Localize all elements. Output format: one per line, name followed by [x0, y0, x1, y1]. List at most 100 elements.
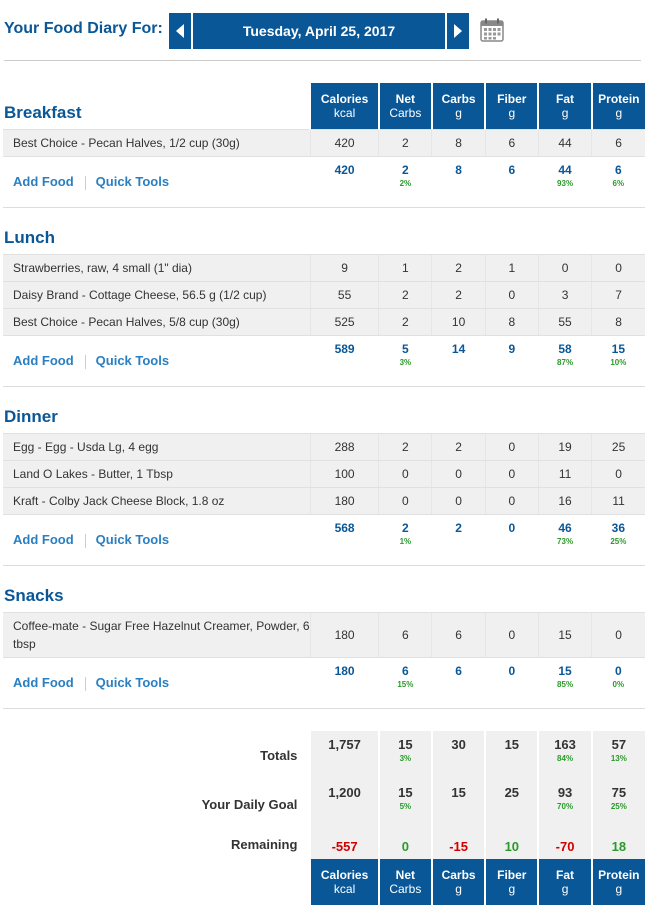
meal-sum-value: 420: [334, 163, 355, 177]
column-header-name: Calories: [320, 92, 369, 106]
food-row[interactable]: Strawberries, raw, 4 small (1" dia) 9 1 2 1 0…: [3, 254, 645, 282]
food-name[interactable]: Coffee-mate - Sugar Free Hazelnut Creame…: [3, 612, 311, 658]
food-value-net: 2: [378, 281, 432, 309]
column-header-unit: Carbs: [389, 106, 422, 120]
quick-tools-link[interactable]: Quick Tools: [96, 353, 169, 368]
chevron-left-icon: [176, 24, 184, 38]
meal-sum-net: 6 15%: [378, 657, 432, 709]
food-name[interactable]: Best Choice - Pecan Halves, 5/8 cup (30g…: [3, 308, 311, 336]
food-value-protein: 0: [591, 612, 645, 658]
meal-sum-percent: 93%: [557, 179, 574, 188]
daily-goal-row-protein: 75 25%: [590, 779, 645, 829]
meal-sum-protein: 15 10%: [591, 335, 645, 387]
food-value-calories: 180: [309, 487, 379, 515]
next-day-button[interactable]: [445, 13, 469, 49]
quick-tools-link[interactable]: Quick Tools: [96, 675, 169, 690]
column-header-name: Fiber: [497, 868, 527, 882]
meal-actions: Add Food Quick Tools: [3, 156, 311, 208]
meal-actions: Add Food Quick Tools: [3, 335, 311, 387]
add-food-link[interactable]: Add Food: [13, 675, 74, 690]
food-name[interactable]: Best Choice - Pecan Halves, 1/2 cup (30g…: [3, 129, 311, 157]
food-name[interactable]: Daisy Brand - Cottage Cheese, 56.5 g (1/…: [3, 281, 311, 309]
column-header-unit: g: [561, 106, 569, 120]
add-food-link[interactable]: Add Food: [13, 174, 74, 189]
food-row[interactable]: Best Choice - Pecan Halves, 5/8 cup (30g…: [3, 308, 645, 336]
daily-goal-row-value: 75: [611, 785, 627, 800]
daily-goal-row-percent: 25%: [610, 802, 627, 811]
food-name[interactable]: Land O Lakes - Butter, 1 Tbsp: [3, 460, 311, 488]
meal-sum-percent: 10%: [610, 358, 627, 367]
remaining-row-net: 0: [377, 829, 432, 859]
food-value-net: 2: [378, 129, 432, 157]
daily-goal-row-fat: 93 70%: [537, 779, 592, 829]
column-header-name: Protein: [598, 868, 640, 882]
food-row[interactable]: Best Choice - Pecan Halves, 1/2 cup (30g…: [3, 129, 645, 157]
food-value-fiber: 0: [484, 612, 539, 658]
remaining-row-fiber: 10: [484, 829, 539, 859]
link-divider: [84, 533, 86, 548]
food-value-calories: 100: [309, 460, 379, 488]
meal-sum-value: 6: [455, 664, 462, 678]
food-value-fiber: 8: [484, 308, 539, 336]
column-header-name: Fiber: [497, 92, 527, 106]
remaining-row-value: -557: [331, 838, 358, 854]
food-value-net: 0: [378, 460, 432, 488]
food-name[interactable]: Strawberries, raw, 4 small (1" dia): [3, 254, 311, 282]
food-value-carbs: 2: [431, 254, 486, 282]
column-header-unit: g: [455, 882, 462, 896]
remaining-row-protein: 18: [590, 829, 645, 859]
meal-sum-calories: 180: [310, 657, 379, 709]
totals-row-value: 1,757: [328, 737, 361, 752]
daily-goal-row-value: 1,200: [328, 785, 361, 800]
food-row[interactable]: Kraft - Colby Jack Cheese Block, 1.8 oz 1…: [3, 487, 645, 515]
meal-sum-percent: 2%: [399, 179, 412, 188]
meal-summary-row: Add Food Quick Tools 568 2 1% 2 0 46 73% 36 25%: [3, 514, 645, 566]
remaining-row-value: -70: [555, 838, 575, 854]
food-value-net: 0: [378, 487, 432, 515]
meal-sum-fat: 46 73%: [538, 514, 592, 566]
calendar-icon[interactable]: [480, 18, 504, 42]
meal-sum-percent: 3%: [399, 358, 412, 367]
footer-column-headers: Calories kcal Net Carbs Carbs g Fiber g Fat g Prot…: [3, 859, 645, 905]
meal-sum-calories: 568: [310, 514, 379, 566]
meal-title: [3, 859, 310, 905]
meal-actions: Add Food Quick Tools: [3, 657, 311, 709]
meal-sum-value: 15: [611, 342, 626, 356]
column-header-name: Calories: [320, 868, 369, 882]
daily-goal-row-fiber: 25: [484, 779, 539, 829]
date-navigator: Tuesday, April 25, 2017: [169, 13, 469, 49]
food-value-carbs: 6: [431, 612, 486, 658]
column-header-carbs: Carbs g: [430, 859, 486, 905]
food-value-fat: 3: [537, 281, 592, 309]
column-header-protein: Protein g: [590, 859, 645, 905]
food-row[interactable]: Land O Lakes - Butter, 1 Tbsp 100 0 0 0 11 0: [3, 460, 645, 488]
food-value-carbs: 2: [431, 433, 486, 461]
food-row[interactable]: Daisy Brand - Cottage Cheese, 56.5 g (1/…: [3, 281, 645, 309]
food-name[interactable]: Kraft - Colby Jack Cheese Block, 1.8 oz: [3, 487, 311, 515]
food-value-fiber: 0: [484, 460, 539, 488]
add-food-link[interactable]: Add Food: [13, 532, 74, 547]
remaining-row: Remaining -557 0 -15 10 -70 18: [3, 829, 645, 859]
food-name[interactable]: Egg - Egg - Usda Lg, 4 egg: [3, 433, 311, 461]
column-header-unit: g: [615, 106, 623, 120]
previous-day-button[interactable]: [169, 13, 193, 49]
food-value-protein: 7: [591, 281, 645, 309]
food-value-fiber: 0: [484, 433, 539, 461]
column-header-name: Net: [395, 868, 416, 882]
meal-sum-value: 14: [451, 342, 466, 356]
meal-sum-net: 2 1%: [378, 514, 432, 566]
food-value-fat: 15: [537, 612, 592, 658]
meal-title: Lunch: [4, 228, 55, 247]
food-row[interactable]: Coffee-mate - Sugar Free Hazelnut Creame…: [3, 612, 645, 658]
meal-sum-calories: 589: [310, 335, 379, 387]
food-value-protein: 8: [591, 308, 645, 336]
daily-goal-row-value: 25: [504, 785, 520, 800]
quick-tools-link[interactable]: Quick Tools: [96, 174, 169, 189]
daily-goal-row-net: 15 5%: [377, 779, 432, 829]
diary-date[interactable]: Tuesday, April 25, 2017: [193, 23, 445, 39]
meal-sum-value: 5: [402, 342, 409, 356]
quick-tools-link[interactable]: Quick Tools: [96, 532, 169, 547]
totals-row-protein: 57 13%: [590, 731, 645, 779]
food-row[interactable]: Egg - Egg - Usda Lg, 4 egg 288 2 2 0 19 25: [3, 433, 645, 461]
add-food-link[interactable]: Add Food: [13, 353, 74, 368]
